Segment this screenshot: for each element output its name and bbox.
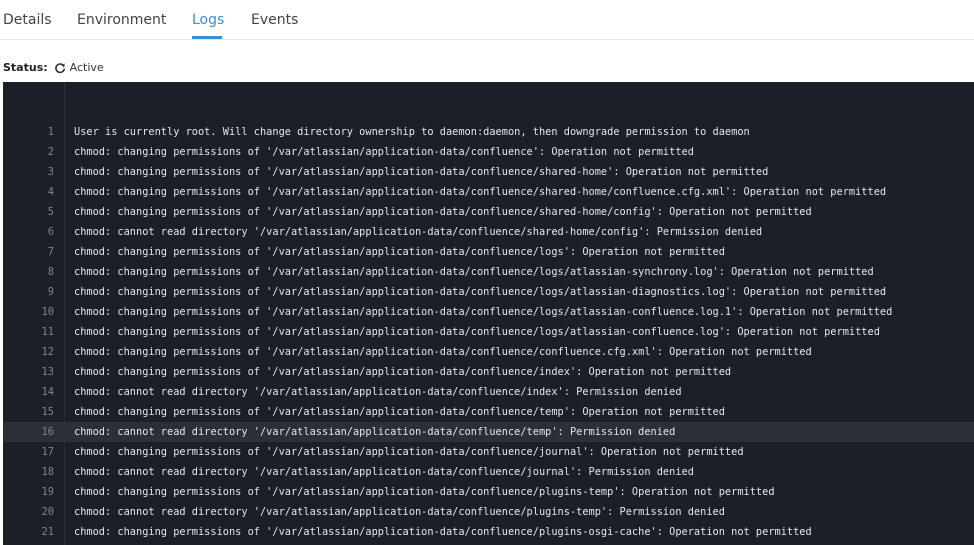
log-line: 17 chmod: changing permissions of '/var/a… <box>3 442 974 462</box>
tab-logs[interactable]: Logs <box>192 12 224 28</box>
log-line: 6 chmod: cannot read directory '/var/atla… <box>3 222 974 242</box>
line-number: 18 <box>41 466 54 478</box>
log-line: 9 chmod: changing permissions of '/var/at… <box>3 282 974 302</box>
log-line: 20 chmod: cannot read directory '/var/atl… <box>3 502 974 522</box>
status-label: Status: <box>3 61 48 74</box>
log-line-text: chmod: changing permissions of '/var/atl… <box>74 166 769 178</box>
log-viewer[interactable]: 1 User is currently root. Will change dir… <box>3 82 974 545</box>
line-number: 13 <box>41 366 54 378</box>
log-line: 16 chmod: cannot read directory '/var/atl… <box>3 422 974 442</box>
log-line-text: chmod: changing permissions of '/var/atl… <box>74 526 812 538</box>
line-number: 17 <box>41 446 54 458</box>
log-line-text: chmod: changing permissions of '/var/atl… <box>74 246 725 258</box>
log-line: 12 chmod: changing permissions of '/var/a… <box>3 342 974 362</box>
line-number: 20 <box>41 506 54 518</box>
line-number: 21 <box>41 526 54 538</box>
log-line: 18 chmod: cannot read directory '/var/atl… <box>3 462 974 482</box>
line-number: 9 <box>47 286 54 298</box>
tab-environment[interactable]: Environment <box>77 12 166 28</box>
line-number: 5 <box>47 206 54 218</box>
log-lines: 1 User is currently root. Will change dir… <box>3 122 974 542</box>
line-number: 3 <box>47 166 54 178</box>
status-row: Status: Active <box>3 61 104 74</box>
active-tab-indicator <box>192 36 222 39</box>
log-line: 2 chmod: changing permissions of '/var/at… <box>3 142 974 162</box>
log-line-text: chmod: changing permissions of '/var/atl… <box>74 266 874 278</box>
refresh-icon <box>54 62 66 74</box>
line-number: 8 <box>47 266 54 278</box>
log-line: 13 chmod: changing permissions of '/var/a… <box>3 362 974 382</box>
log-line: 14 chmod: cannot read directory '/var/atl… <box>3 382 974 402</box>
log-line: 5 chmod: changing permissions of '/var/at… <box>3 202 974 222</box>
line-number: 1 <box>47 126 54 138</box>
line-number: 12 <box>41 346 54 358</box>
line-number: 7 <box>47 246 54 258</box>
log-line: 4 chmod: changing permissions of '/var/at… <box>3 182 974 202</box>
log-line-text: chmod: cannot read directory '/var/atlas… <box>74 226 763 238</box>
tab-bar: Details Environment Logs Events <box>0 0 974 40</box>
log-line: 19 chmod: changing permissions of '/var/a… <box>3 482 974 502</box>
tab-details[interactable]: Details <box>3 12 52 28</box>
log-line-text: chmod: changing permissions of '/var/atl… <box>74 146 694 158</box>
line-number: 2 <box>47 146 54 158</box>
status-value: Active <box>69 61 104 74</box>
log-line-text: chmod: cannot read directory '/var/atlas… <box>74 466 694 478</box>
log-line: 7 chmod: changing permissions of '/var/at… <box>3 242 974 262</box>
log-line-text: chmod: changing permissions of '/var/atl… <box>74 286 887 298</box>
log-line-text: chmod: changing permissions of '/var/atl… <box>74 446 744 458</box>
log-line-text: chmod: changing permissions of '/var/atl… <box>74 486 775 498</box>
log-line: 21 chmod: changing permissions of '/var/a… <box>3 522 974 542</box>
log-line: 11 chmod: changing permissions of '/var/a… <box>3 322 974 342</box>
log-line-text: chmod: cannot read directory '/var/atlas… <box>74 426 676 438</box>
line-number: 14 <box>41 386 54 398</box>
line-number: 10 <box>41 306 54 318</box>
log-line: 1 User is currently root. Will change dir… <box>3 122 974 142</box>
log-line-text: User is currently root. Will change dire… <box>74 126 750 138</box>
log-line-text: chmod: changing permissions of '/var/atl… <box>74 326 880 338</box>
line-number: 11 <box>41 326 54 338</box>
log-line-text: chmod: changing permissions of '/var/atl… <box>74 366 732 378</box>
log-line-text: chmod: changing permissions of '/var/atl… <box>74 346 812 358</box>
tab-events[interactable]: Events <box>251 12 298 28</box>
log-line-text: chmod: changing permissions of '/var/atl… <box>74 406 725 418</box>
log-line-text: chmod: changing permissions of '/var/atl… <box>74 186 887 198</box>
log-line-text: chmod: cannot read directory '/var/atlas… <box>74 386 682 398</box>
log-line-text: chmod: changing permissions of '/var/atl… <box>74 306 893 318</box>
log-line-text: chmod: changing permissions of '/var/atl… <box>74 206 812 218</box>
log-line: 3 chmod: changing permissions of '/var/at… <box>3 162 974 182</box>
log-line-text: chmod: cannot read directory '/var/atlas… <box>74 506 725 518</box>
log-line: 8 chmod: changing permissions of '/var/at… <box>3 262 974 282</box>
line-number: 15 <box>41 406 54 418</box>
line-number: 6 <box>47 226 54 238</box>
line-number: 4 <box>47 186 54 198</box>
line-number: 16 <box>41 426 54 438</box>
line-number: 19 <box>41 486 54 498</box>
log-line: 10 chmod: changing permissions of '/var/a… <box>3 302 974 322</box>
log-line: 15 chmod: changing permissions of '/var/a… <box>3 402 974 422</box>
